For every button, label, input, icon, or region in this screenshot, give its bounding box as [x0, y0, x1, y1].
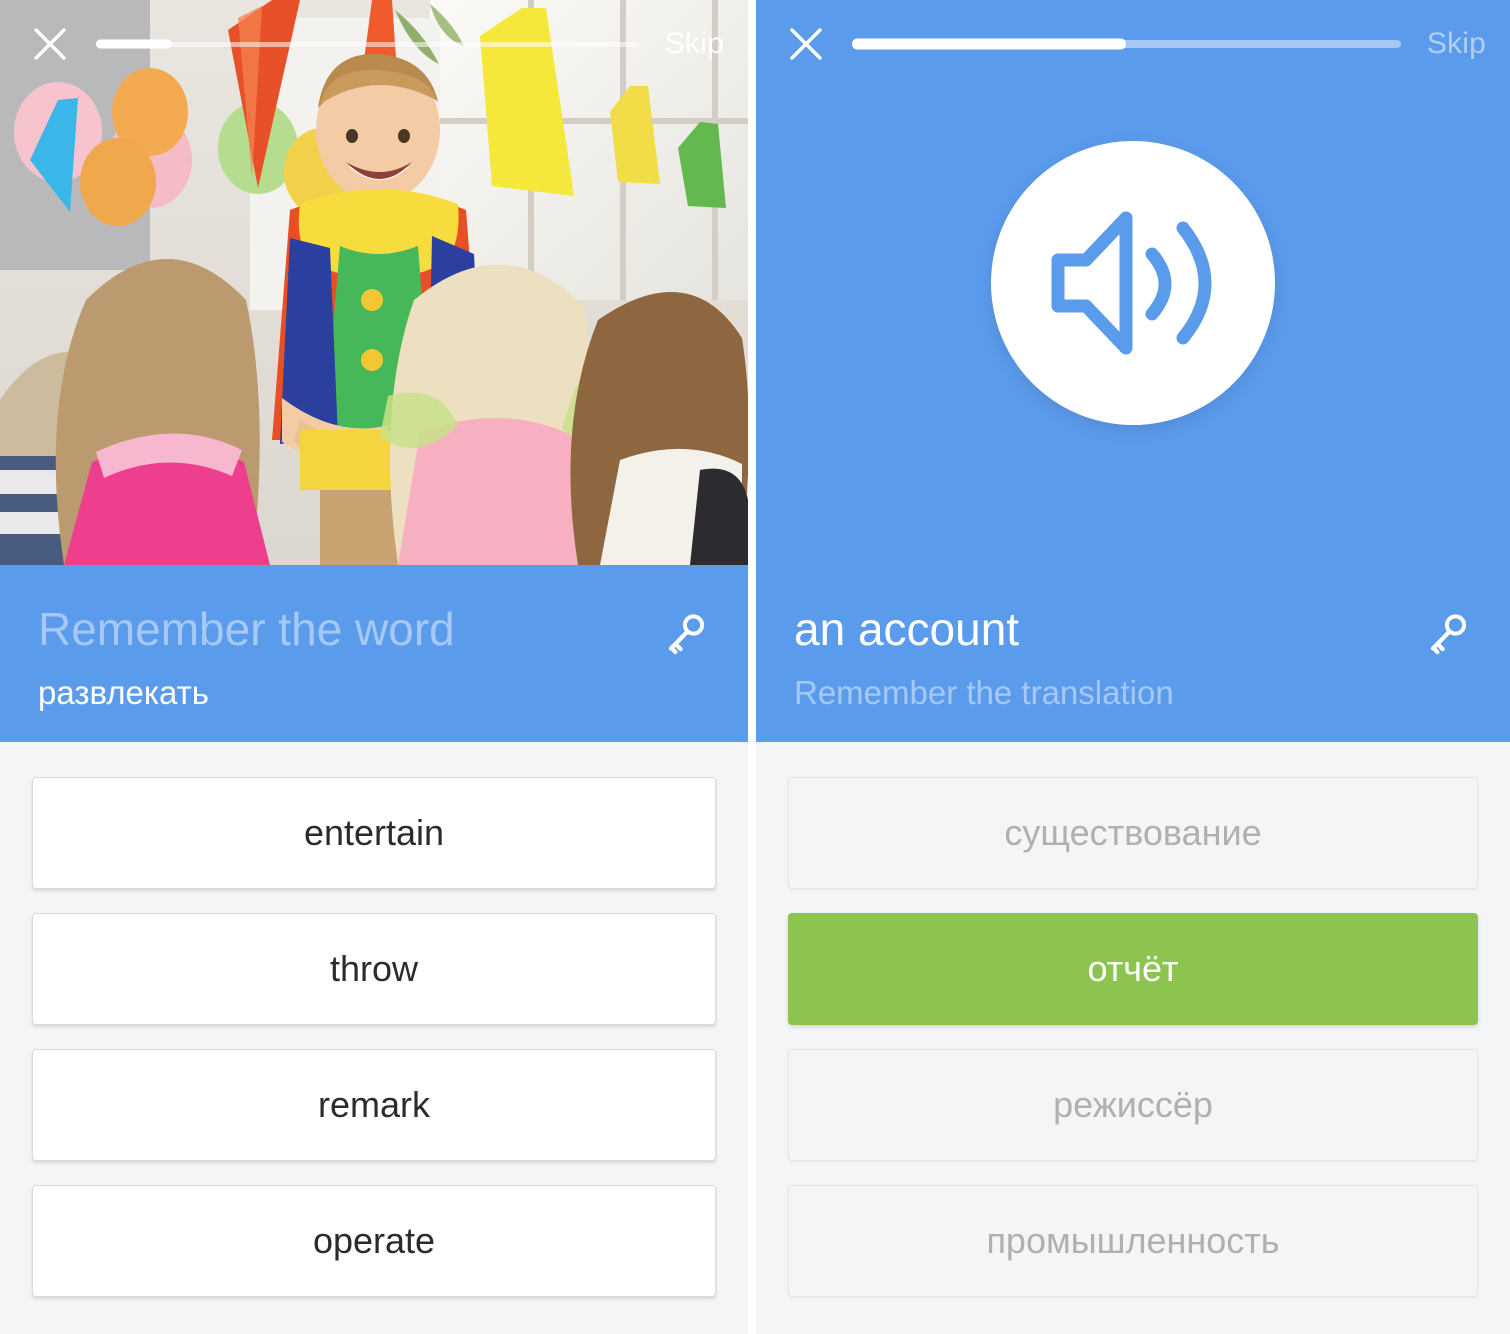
left-hero-photo: Skip: [0, 0, 748, 565]
skip-button[interactable]: Skip: [665, 27, 724, 61]
play-audio-button[interactable]: [991, 140, 1275, 425]
skip-button[interactable]: Skip: [1427, 27, 1486, 61]
left-exercise-screen: Skip Remember the word развлекать entert…: [0, 0, 748, 1334]
option-label: промышленность: [986, 1220, 1280, 1261]
option-label: operate: [312, 1220, 436, 1261]
option-button[interactable]: remark: [32, 1049, 716, 1161]
right-prompt-band: an account Remember the translation: [756, 565, 1510, 742]
option-button[interactable]: промышленность: [788, 1185, 1478, 1297]
close-icon[interactable]: [22, 16, 78, 72]
option-label: режиссёр: [1053, 1084, 1213, 1125]
right-hero-audio: Skip: [756, 0, 1510, 565]
left-prompt-band: Remember the word развлекать: [0, 565, 748, 742]
dual-screen-container: Skip Remember the word развлекать entert…: [0, 0, 1510, 1334]
speaker-volume-icon: [1051, 211, 1212, 354]
option-button-correct[interactable]: отчёт: [788, 913, 1478, 1025]
right-exercise-screen: Skip an account Remember the translation: [756, 0, 1510, 1334]
option-label: remark: [317, 1084, 430, 1125]
progress-fill: [852, 38, 1127, 50]
option-button[interactable]: operate: [32, 1185, 716, 1297]
option-button[interactable]: entertain: [32, 777, 716, 889]
right-prompt-subtitle: Remember the translation: [794, 674, 1174, 711]
key-icon[interactable]: [1416, 605, 1478, 665]
option-button[interactable]: существование: [788, 777, 1478, 889]
left-options-list: entertain throw remark operate: [0, 742, 748, 1297]
option-button[interactable]: throw: [32, 913, 716, 1025]
close-icon[interactable]: [778, 16, 834, 72]
left-prompt-title: Remember the word: [38, 603, 455, 655]
right-topbar: Skip: [756, 0, 1510, 88]
right-progress-bar[interactable]: [852, 38, 1401, 50]
option-label: entertain: [303, 812, 445, 853]
left-progress-bar[interactable]: [96, 39, 639, 49]
option-label: существование: [1004, 812, 1262, 853]
option-label: отчёт: [1087, 948, 1179, 989]
right-options-list: существование отчёт режиссёр промышленно…: [756, 742, 1510, 1297]
option-button[interactable]: режиссёр: [788, 1049, 1478, 1161]
left-prompt-subtitle: развлекать: [38, 674, 209, 711]
progress-fill: [96, 39, 172, 49]
key-icon[interactable]: [654, 605, 716, 665]
progress-track: [96, 39, 639, 49]
option-label: throw: [329, 948, 419, 989]
left-topbar: Skip: [0, 0, 748, 88]
progress-track: [852, 38, 1401, 50]
right-prompt-title: an account: [794, 603, 1020, 655]
